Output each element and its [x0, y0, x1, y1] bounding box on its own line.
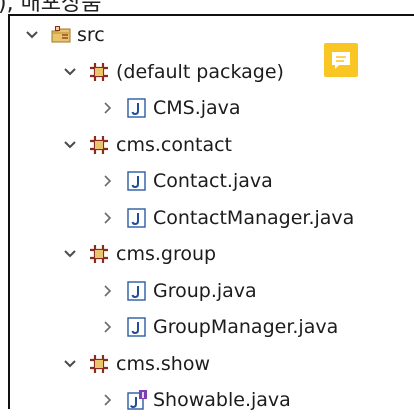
source-folder-icon — [50, 24, 72, 46]
chevron-right-icon[interactable] — [100, 210, 116, 226]
chevron-right-icon[interactable] — [100, 392, 116, 408]
comment-note-icon[interactable] — [324, 43, 358, 77]
tree-item-group-java[interactable]: Group.java — [10, 272, 414, 310]
java-file-icon — [126, 97, 148, 119]
tree-item-label: Showable.java — [153, 389, 291, 411]
package-icon — [88, 353, 110, 375]
package-icon — [88, 243, 110, 265]
chevron-right-icon[interactable] — [100, 173, 116, 189]
tree-item-label: ContactManager.java — [153, 207, 355, 229]
java-file-icon — [126, 207, 148, 229]
chevron-down-icon[interactable] — [62, 64, 78, 80]
chevron-down-icon[interactable] — [62, 137, 78, 153]
tree-item-label: cms.group — [116, 243, 217, 265]
chevron-right-icon[interactable] — [100, 283, 116, 299]
java-file-icon — [126, 316, 148, 338]
top-fragment-text: ), 배포상품 — [0, 0, 102, 14]
package-icon — [88, 61, 110, 83]
tree-item-label: cms.contact — [116, 134, 232, 156]
cut-off-text: ), 배포상품 — [0, 0, 200, 14]
tree-item-cms-group[interactable]: cms.group — [10, 235, 414, 273]
tree-item-label: GroupManager.java — [153, 316, 339, 338]
tree-item-label: Group.java — [153, 280, 257, 302]
tree-item-cms-contact[interactable]: cms.contact — [10, 126, 414, 164]
java-interface-icon: I — [126, 389, 148, 411]
java-file-icon — [126, 280, 148, 302]
chevron-down-icon[interactable] — [62, 356, 78, 372]
java-file-icon — [126, 170, 148, 192]
tree-item-label: src — [77, 24, 105, 46]
tree-item-label: (default package) — [116, 61, 284, 83]
package-explorer: ), 배포상품 src (default package) CMS.java c… — [0, 0, 414, 411]
tree-item-contactmanager-java[interactable]: ContactManager.java — [10, 199, 414, 237]
tree-item-label: cms.show — [116, 353, 210, 375]
tree-item-showable-java[interactable]: I Showable.java — [10, 381, 414, 419]
svg-text:I: I — [142, 391, 145, 400]
package-icon — [88, 134, 110, 156]
tree-item-label: CMS.java — [153, 97, 241, 119]
tree-item-cms-show[interactable]: cms.show — [10, 345, 414, 383]
chevron-down-icon[interactable] — [62, 246, 78, 262]
tree-item-groupmanager-java[interactable]: GroupManager.java — [10, 308, 414, 346]
tree-item-label: Contact.java — [153, 170, 273, 192]
tree-item-contact-java[interactable]: Contact.java — [10, 162, 414, 200]
chevron-right-icon[interactable] — [100, 319, 116, 335]
chevron-right-icon[interactable] — [100, 100, 116, 116]
chevron-down-icon[interactable] — [24, 27, 40, 43]
tree-item-cms-java[interactable]: CMS.java — [10, 89, 414, 127]
